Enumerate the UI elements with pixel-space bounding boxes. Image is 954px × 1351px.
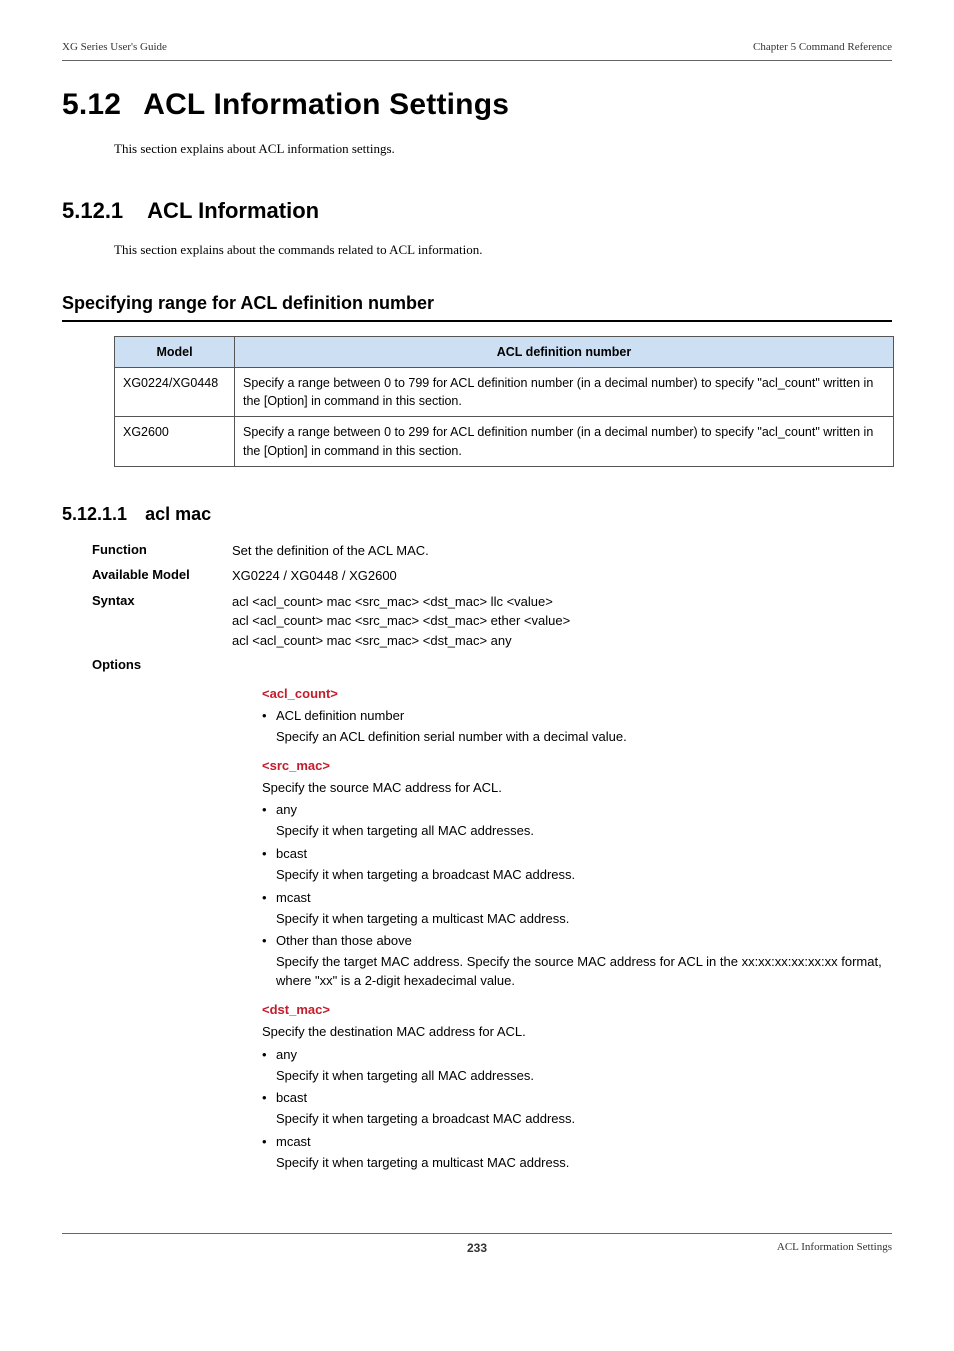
section-title-text: ACL Information Settings	[143, 88, 509, 121]
command-number: 5.12.1.1	[62, 501, 127, 527]
option-item-sub: Specify it when targeting a multicast MA…	[276, 910, 892, 929]
option-item-sub: Specify it when targeting a broadcast MA…	[276, 866, 892, 885]
option-desc: Specify the destination MAC address for …	[262, 1023, 892, 1042]
option-item-sub: Specify an ACL definition serial number …	[276, 728, 892, 747]
option-list: any Specify it when targeting all MAC ad…	[262, 1046, 892, 1173]
command-heading: 5.12.1.1 acl mac	[62, 501, 892, 527]
table-row: XG2600 Specify a range between 0 to 299 …	[115, 417, 894, 466]
function-label: Function	[92, 541, 232, 560]
options-label: Options	[92, 656, 232, 675]
function-value: Set the definition of the ACL MAC.	[232, 541, 429, 561]
table-cell-model: XG2600	[115, 417, 235, 466]
option-item-head: mcast	[276, 890, 311, 905]
syntax-line: acl <acl_count> mac <src_mac> <dst_mac> …	[232, 631, 570, 651]
page-footer: 233 ACL Information Settings	[62, 1233, 892, 1256]
section-title: 5.12 ACL Information Settings	[62, 83, 892, 127]
table-header-row: Model ACL definition number	[115, 337, 894, 368]
syntax-value: acl <acl_count> mac <src_mac> <dst_mac> …	[232, 592, 570, 651]
section-intro: This section explains about ACL informat…	[114, 140, 892, 159]
options-block: <acl_count> ACL definition number Specif…	[262, 685, 892, 1173]
option-item-sub: Specify it when targeting a broadcast MA…	[276, 1110, 892, 1129]
header-right: Chapter 5 Command Reference	[753, 40, 892, 56]
option-item-sub: Specify the target MAC address. Specify …	[276, 953, 892, 991]
syntax-row: Syntax acl <acl_count> mac <src_mac> <ds…	[92, 592, 892, 651]
option-item-head: mcast	[276, 1134, 311, 1149]
model-label: Available Model	[92, 566, 232, 585]
command-title: acl mac	[145, 504, 211, 524]
option-item: bcast Specify it when targeting a broadc…	[262, 845, 892, 885]
table-cell-model: XG0224/XG0448	[115, 368, 235, 417]
option-list: ACL definition number Specify an ACL def…	[262, 707, 892, 747]
model-row: Available Model XG0224 / XG0448 / XG2600	[92, 566, 892, 586]
table-header-desc: ACL definition number	[235, 337, 894, 368]
option-item-sub: Specify it when targeting a multicast MA…	[276, 1154, 892, 1173]
page-number: 233	[467, 1240, 487, 1257]
syntax-line: acl <acl_count> mac <src_mac> <dst_mac> …	[232, 592, 570, 612]
option-item-head: bcast	[276, 1090, 307, 1105]
model-value: XG0224 / XG0448 / XG2600	[232, 566, 397, 586]
range-heading: Specifying range for ACL definition numb…	[62, 290, 892, 322]
option-item: mcast Specify it when targeting a multic…	[262, 889, 892, 929]
function-row: Function Set the definition of the ACL M…	[92, 541, 892, 561]
subsection-intro: This section explains about the commands…	[114, 241, 892, 260]
option-item: bcast Specify it when targeting a broadc…	[262, 1089, 892, 1129]
definition-table: Model ACL definition number XG0224/XG044…	[114, 336, 894, 467]
table-row: XG0224/XG0448 Specify a range between 0 …	[115, 368, 894, 417]
option-item: mcast Specify it when targeting a multic…	[262, 1133, 892, 1173]
option-item-sub: Specify it when targeting all MAC addres…	[276, 822, 892, 841]
table-header-model: Model	[115, 337, 235, 368]
option-item-head: ACL definition number	[276, 708, 404, 723]
option-item: any Specify it when targeting all MAC ad…	[262, 1046, 892, 1086]
option-name: <acl_count>	[262, 685, 892, 704]
option-item-sub: Specify it when targeting all MAC addres…	[276, 1067, 892, 1086]
option-name: <dst_mac>	[262, 1001, 892, 1020]
table-cell-desc: Specify a range between 0 to 799 for ACL…	[235, 368, 894, 417]
syntax-line: acl <acl_count> mac <src_mac> <dst_mac> …	[232, 611, 570, 631]
subsection-title: 5.12.1 ACL Information	[62, 195, 892, 227]
option-item: ACL definition number Specify an ACL def…	[262, 707, 892, 747]
header-left: XG Series User's Guide	[62, 40, 167, 56]
option-item-head: any	[276, 802, 297, 817]
option-item-head: Other than those above	[276, 933, 412, 948]
footer-right: ACL Information Settings	[777, 1240, 892, 1256]
subsection-title-text: ACL Information	[147, 198, 319, 223]
option-desc: Specify the source MAC address for ACL.	[262, 779, 892, 798]
definition-list: Function Set the definition of the ACL M…	[92, 541, 892, 1173]
subsection-number: 5.12.1	[62, 195, 123, 227]
option-item: Other than those above Specify the targe…	[262, 932, 892, 991]
table-cell-desc: Specify a range between 0 to 299 for ACL…	[235, 417, 894, 466]
options-row: Options	[92, 656, 892, 675]
option-name: <src_mac>	[262, 757, 892, 776]
option-item-head: bcast	[276, 846, 307, 861]
option-list: any Specify it when targeting all MAC ad…	[262, 801, 892, 991]
option-item-head: any	[276, 1047, 297, 1062]
section-number: 5.12	[62, 83, 121, 127]
syntax-label: Syntax	[92, 592, 232, 611]
option-item: any Specify it when targeting all MAC ad…	[262, 801, 892, 841]
page-header: XG Series User's Guide Chapter 5 Command…	[62, 40, 892, 61]
